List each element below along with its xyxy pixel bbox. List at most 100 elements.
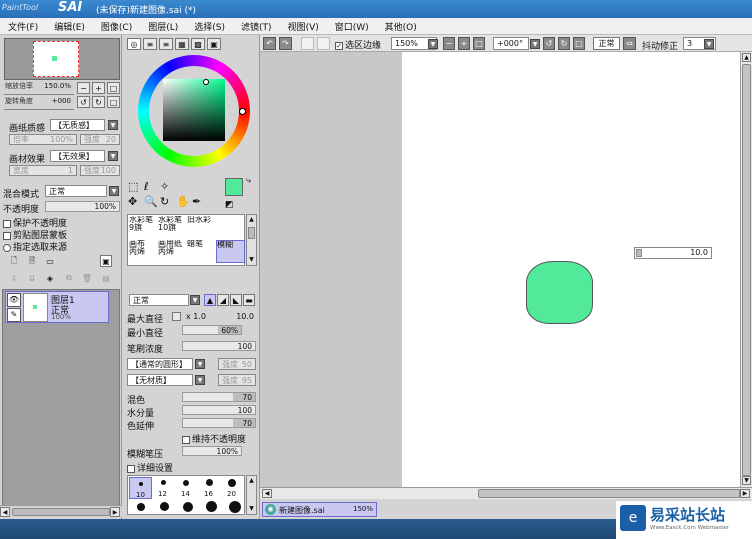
canvas-scroll-right-icon[interactable]: ▶: [740, 489, 750, 498]
zoom-value[interactable]: 150.0%: [2, 81, 74, 91]
brush-size-popup[interactable]: 10.0: [634, 247, 712, 259]
layer-extra-icon[interactable]: ▤: [100, 272, 112, 284]
tool-empty[interactable]: [216, 216, 245, 239]
left-scrollbar[interactable]: ◀ ▶: [0, 505, 122, 517]
paper-effect-dropdown-icon[interactable]: ▼: [108, 151, 118, 161]
blend-mode-select[interactable]: 正常: [45, 185, 107, 197]
max-size-lock-icon[interactable]: [172, 312, 181, 321]
merge-down-icon[interactable]: ⇊: [26, 272, 38, 284]
selection-edge-row[interactable]: ✓ 选区边缘: [335, 38, 381, 51]
rotate-right-button[interactable]: ↻: [92, 96, 105, 108]
zoom-in-button[interactable]: +: [92, 82, 105, 94]
brush-size-dot[interactable]: [206, 501, 217, 512]
tool-scroll-down-icon[interactable]: ▼: [248, 256, 255, 264]
canvas-horizontal-scrollbar[interactable]: ◀ ▶: [260, 487, 752, 499]
paper-intensity-field[interactable]: 强度 100: [80, 165, 120, 176]
preserve-opacity-checkbox[interactable]: [3, 219, 11, 228]
sv-picker-icon[interactable]: [203, 79, 209, 85]
canvas-workspace[interactable]: 10.0 ▲ ▼: [260, 52, 752, 487]
tool-grid-scrollbar[interactable]: ▲ ▼: [246, 214, 257, 266]
menu-image[interactable]: 图像(C): [93, 20, 140, 33]
menu-file[interactable]: 文件(F): [0, 20, 46, 33]
persistence-slider[interactable]: 70: [182, 418, 256, 428]
undo-icon[interactable]: ↶: [263, 37, 276, 50]
paper-scale-field[interactable]: 倍率 100%: [9, 134, 77, 145]
rotate-slider[interactable]: [4, 106, 74, 110]
brush-size-14[interactable]: 14: [175, 477, 198, 499]
tool-canvas-acrylic[interactable]: 画布 丙烯: [129, 240, 158, 263]
paper-effect-select[interactable]: 【无效果】: [50, 150, 105, 162]
brush-size-12[interactable]: 12: [152, 477, 175, 499]
brush-texture-dropdown-icon[interactable]: ▼: [195, 375, 205, 385]
toolbar-rotate-reset-icon[interactable]: □: [573, 37, 585, 50]
blend-slider[interactable]: 70: [182, 392, 256, 402]
zoom-combo-dropdown-icon[interactable]: ▼: [428, 39, 438, 49]
zoom-slider[interactable]: [4, 91, 74, 95]
hsv-slider-tab-icon[interactable]: ≡: [159, 38, 173, 50]
detail-settings-row[interactable]: 详细设置: [127, 461, 173, 474]
move-icon[interactable]: ✥: [128, 195, 137, 208]
magic-wand-icon[interactable]: ✧: [160, 180, 169, 193]
canvas-scroll-left-icon[interactable]: ◀: [262, 489, 272, 498]
menu-window[interactable]: 窗口(W): [327, 20, 377, 33]
brush-shape-dropdown-icon[interactable]: ▼: [195, 359, 205, 369]
rotation-combo[interactable]: +000°: [493, 37, 529, 50]
saturation-value-square[interactable]: [163, 79, 225, 141]
brush-tip-soft2-icon[interactable]: ◣: [230, 294, 242, 306]
max-size-field[interactable]: x 1.0 10.0: [183, 311, 257, 322]
transparent-color-icon[interactable]: ◩: [225, 200, 234, 210]
brush-size-16[interactable]: 16: [198, 477, 221, 499]
invert-selection-icon[interactable]: [317, 37, 330, 50]
tool-watercolor-10[interactable]: 水彩笔 10旗: [158, 216, 187, 239]
hand-tool-icon[interactable]: ✋: [176, 195, 190, 208]
keep-opacity-row[interactable]: 维持不透明度: [182, 432, 246, 445]
tool-blur-selected[interactable]: 模糊: [216, 240, 245, 263]
canvas-vscroll-thumb[interactable]: [742, 64, 751, 476]
brush-tip-flat-icon[interactable]: ▬: [243, 294, 255, 306]
brush-texture-select[interactable]: 【无材质】: [127, 374, 193, 386]
rect-select-icon[interactable]: ⬚: [128, 180, 138, 193]
density-slider[interactable]: 100: [182, 341, 256, 351]
normal-view-button[interactable]: 正常: [593, 37, 620, 50]
brush-size-scroll-down-icon[interactable]: ▼: [248, 505, 255, 513]
new-layer-set-icon[interactable]: 🗎: [26, 255, 38, 268]
primary-color-swatch[interactable]: [225, 178, 243, 196]
toolbar-zoom-out-icon[interactable]: −: [443, 37, 455, 50]
clip-group-checkbox[interactable]: [3, 231, 11, 240]
brush-tip-sharp-icon[interactable]: ▲: [204, 294, 216, 306]
tool-paper-acrylic[interactable]: 画用纸 丙烯: [158, 240, 187, 263]
canvas-scroll-down-icon[interactable]: ▼: [742, 476, 751, 485]
left-scroll-left-icon[interactable]: ◀: [0, 507, 10, 517]
transfer-down-icon[interactable]: ⇩: [8, 272, 20, 284]
clear-layer-icon[interactable]: ◈: [44, 272, 56, 284]
rotate-left-button[interactable]: ↺: [77, 96, 90, 108]
paper-texture-select[interactable]: 【无质感】: [50, 119, 105, 131]
tool-scroll-up-icon[interactable]: ▲: [248, 216, 255, 224]
delete-layer-icon[interactable]: 🗑: [81, 272, 93, 284]
brush-size-dot[interactable]: [160, 502, 169, 511]
tool-old-watercolor[interactable]: 旧水彩: [187, 216, 216, 239]
brush-size-dot[interactable]: [229, 501, 241, 513]
document-tab[interactable]: ◉ 新建图像.sai 150%: [262, 502, 377, 517]
left-scroll-thumb[interactable]: [12, 508, 110, 516]
selection-source-radio[interactable]: [3, 243, 11, 252]
brush-texture-strength[interactable]: 强度 95: [218, 374, 256, 386]
menu-layer[interactable]: 图层(L): [140, 20, 186, 33]
new-folder-icon[interactable]: ▭: [44, 255, 56, 268]
zoom-out-button[interactable]: −: [77, 82, 90, 94]
brush-size-dot[interactable]: [137, 503, 145, 511]
redo-icon[interactable]: ↷: [279, 37, 292, 50]
lasso-icon[interactable]: ℓ: [144, 180, 149, 193]
brush-tip-soft1-icon[interactable]: ◢: [217, 294, 229, 306]
brush-shape-strength[interactable]: 强度 50: [218, 358, 256, 370]
paper-texture-dropdown-icon[interactable]: ▼: [108, 120, 118, 130]
blend-mode-dropdown-icon[interactable]: ▼: [109, 186, 119, 196]
keep-opacity-checkbox[interactable]: [182, 435, 190, 444]
stabilizer-dropdown-icon[interactable]: ▼: [704, 39, 714, 49]
hue-picker-icon[interactable]: [239, 108, 246, 115]
tool-watercolor-9[interactable]: 水彩笔 9旗: [129, 216, 158, 239]
new-layer-icon[interactable]: 🗋: [8, 255, 20, 268]
swap-colors-icon[interactable]: ⤷: [246, 176, 251, 186]
toolbar-rotate-right-icon[interactable]: ↻: [558, 37, 570, 50]
brush-lock-icon[interactable]: ✎: [7, 308, 21, 322]
